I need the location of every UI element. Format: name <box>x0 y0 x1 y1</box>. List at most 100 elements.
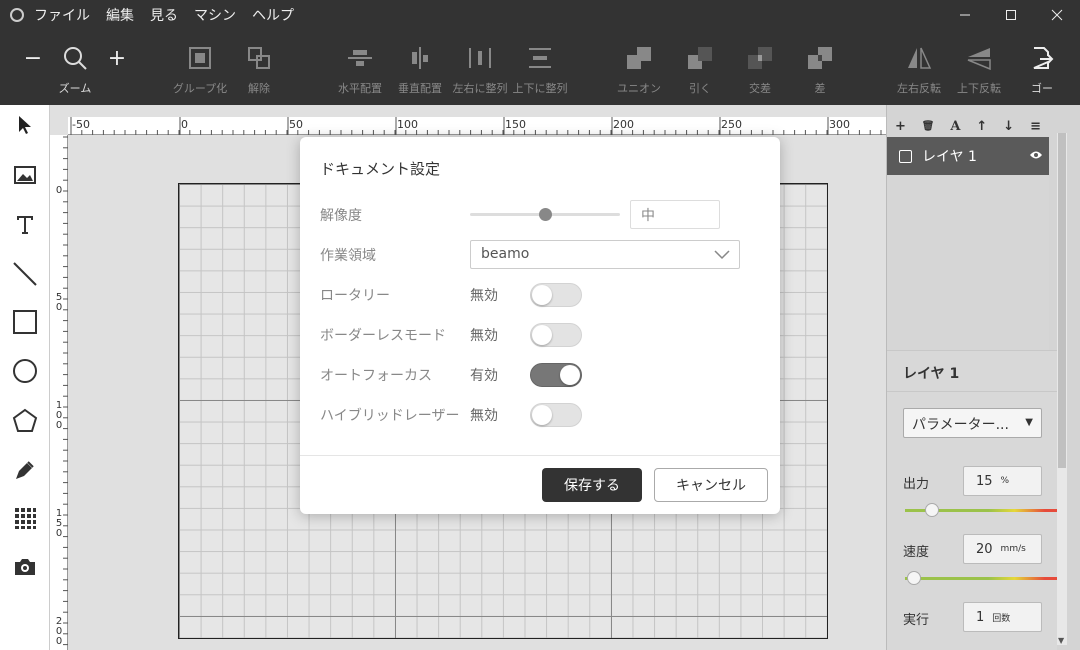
pen-tool[interactable] <box>0 450 50 490</box>
dialog-divider <box>300 455 780 456</box>
image-tool[interactable] <box>0 155 50 195</box>
difference-label: 差 <box>814 82 826 95</box>
rotary-label: ロータリー <box>320 288 390 304</box>
zoom-in-button[interactable]: + <box>106 30 128 105</box>
power-slider-knob[interactable] <box>924 503 939 517</box>
resolution-slider-knob[interactable] <box>539 208 552 221</box>
ruler-tick-label: 200 <box>55 616 63 647</box>
ruler-tick-label: 0 <box>181 118 188 131</box>
go-button[interactable]: ゴー <box>1024 30 1060 105</box>
speed-unit: mm/s <box>1000 544 1026 554</box>
speed-input[interactable]: 20 mm/s <box>963 534 1042 564</box>
add-layer-icon[interactable]: + <box>895 119 906 134</box>
vertical-ruler: 0 50 100 150 200 <box>50 135 68 650</box>
power-label: 出力 <box>903 477 930 492</box>
power-unit: % <box>1000 476 1010 486</box>
save-button[interactable]: 保存する <box>542 468 642 502</box>
rotary-toggle[interactable] <box>530 283 582 307</box>
export-icon <box>1030 36 1054 80</box>
rename-layer-icon[interactable]: A <box>950 119 960 134</box>
ruler-tick-label: 50 <box>289 118 303 131</box>
speed-slider-knob[interactable] <box>907 571 922 585</box>
menu-view[interactable]: 見る <box>150 5 178 25</box>
zoom-label: ズーム <box>58 82 92 95</box>
maximize-button[interactable] <box>988 0 1034 30</box>
scroll-down-icon[interactable]: ▼ <box>1058 636 1064 645</box>
ruler-tick-label: 50 <box>55 292 63 313</box>
cancel-button[interactable]: キャンセル <box>654 468 768 502</box>
layer-row[interactable]: レイヤ 1 <box>887 137 1049 175</box>
menu-edit[interactable]: 編集 <box>106 5 134 25</box>
go-label: ゴー <box>1031 82 1053 95</box>
repeat-input[interactable]: 1 回数 <box>963 602 1042 632</box>
union-label: ユニオン <box>617 82 661 95</box>
layer-name: レイヤ 1 <box>922 149 977 165</box>
ruler-tick-label: 150 <box>505 118 526 131</box>
eye-icon[interactable] <box>1029 149 1043 164</box>
layer-list: レイヤ 1 <box>887 137 1049 350</box>
intersect-button[interactable]: 交差 <box>740 30 780 105</box>
flip-horizontal-button[interactable]: 左右反転 <box>894 30 944 105</box>
move-layer-down-icon[interactable]: ↓ <box>1003 119 1014 134</box>
close-button[interactable] <box>1034 0 1080 30</box>
camera-tool[interactable] <box>0 547 50 587</box>
horizontal-ruler: -50 0 50 100 150 200 250 300 <box>68 117 886 135</box>
align-horizontal-button[interactable]: 水平配置 <box>334 30 386 105</box>
ungroup-button[interactable]: 解除 <box>244 30 274 105</box>
line-icon <box>13 262 37 286</box>
align-horizontal-icon <box>347 36 373 80</box>
resolution-input[interactable]: 中 <box>630 200 720 229</box>
chevron-down-icon <box>713 245 731 267</box>
distribute-tb-button[interactable]: 上下に整列 <box>510 30 570 105</box>
union-button[interactable]: ユニオン <box>614 30 664 105</box>
parameter-select[interactable]: パラメーター... ▼ <box>903 408 1042 438</box>
power-value: 15 <box>976 473 993 489</box>
workspace-select[interactable]: beamo <box>470 240 740 269</box>
panel-scrollbar[interactable]: ▼ <box>1057 133 1067 645</box>
workspace-label: 作業領域 <box>320 248 376 264</box>
speed-label: 速度 <box>903 545 930 560</box>
title-bar: ファイル 編集 見る マシン ヘルプ <box>0 0 1080 30</box>
ellipse-tool[interactable] <box>0 351 50 391</box>
toggle-knob <box>560 365 580 385</box>
cursor-tool[interactable] <box>0 105 50 145</box>
minus-icon: − <box>23 45 43 71</box>
rectangle-tool[interactable] <box>0 302 50 342</box>
pentagon-icon <box>12 408 38 432</box>
polygon-tool[interactable] <box>0 401 50 441</box>
autofocus-toggle[interactable] <box>530 363 582 387</box>
group-button[interactable]: グループ化 <box>170 30 230 105</box>
ungroup-label: 解除 <box>248 82 270 95</box>
minimize-button[interactable] <box>942 0 988 30</box>
delete-layer-icon[interactable]: 🗑 <box>922 121 935 132</box>
layer-menu-icon[interactable]: ≡ <box>1030 119 1041 134</box>
subtract-icon <box>686 36 714 80</box>
move-layer-up-icon[interactable]: ↑ <box>976 119 987 134</box>
ruler-tick-label: 300 <box>829 118 850 131</box>
scrollbar-thumb[interactable] <box>1058 133 1066 468</box>
array-tool[interactable] <box>0 498 50 538</box>
line-tool[interactable] <box>0 254 50 294</box>
resolution-label: 解像度 <box>320 208 362 224</box>
power-input[interactable]: 15 % <box>963 466 1042 496</box>
speed-slider[interactable] <box>905 577 1057 580</box>
difference-button[interactable]: 差 <box>800 30 840 105</box>
menu-help[interactable]: ヘルプ <box>252 5 294 25</box>
rectangle-icon <box>13 310 37 334</box>
zoom-out-button[interactable]: − <box>22 30 44 105</box>
repeat-label: 実行 <box>903 613 930 628</box>
menu-file[interactable]: ファイル <box>34 5 90 25</box>
hybrid-laser-toggle[interactable] <box>530 403 582 427</box>
text-tool[interactable] <box>0 204 50 244</box>
borderless-toggle[interactable] <box>530 323 582 347</box>
distribute-lr-button[interactable]: 左右に整列 <box>450 30 510 105</box>
align-vertical-button[interactable]: 垂直配置 <box>394 30 446 105</box>
cursor-icon <box>19 116 31 134</box>
flip-vertical-button[interactable]: 上下反転 <box>954 30 1004 105</box>
ruler-tick-label: 0 <box>55 185 63 196</box>
zoom-control[interactable]: ズーム <box>52 30 98 105</box>
menu-machine[interactable]: マシン <box>194 5 236 25</box>
layer-checkbox[interactable] <box>899 149 912 163</box>
subtract-button[interactable]: 引く <box>680 30 720 105</box>
workspace-select-value: beamo <box>481 246 530 262</box>
